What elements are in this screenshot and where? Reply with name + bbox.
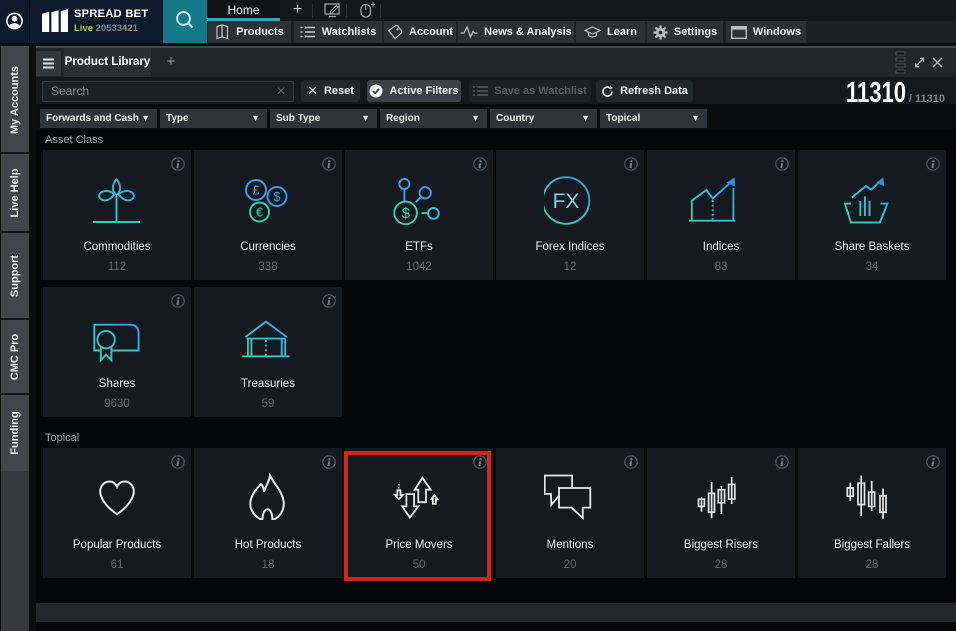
svg-text:€: € (256, 206, 263, 220)
svg-text:FX: FX (553, 190, 580, 213)
svg-text:£: £ (253, 184, 260, 198)
svg-text:$: $ (274, 190, 281, 204)
svg-text:$: $ (402, 205, 411, 222)
